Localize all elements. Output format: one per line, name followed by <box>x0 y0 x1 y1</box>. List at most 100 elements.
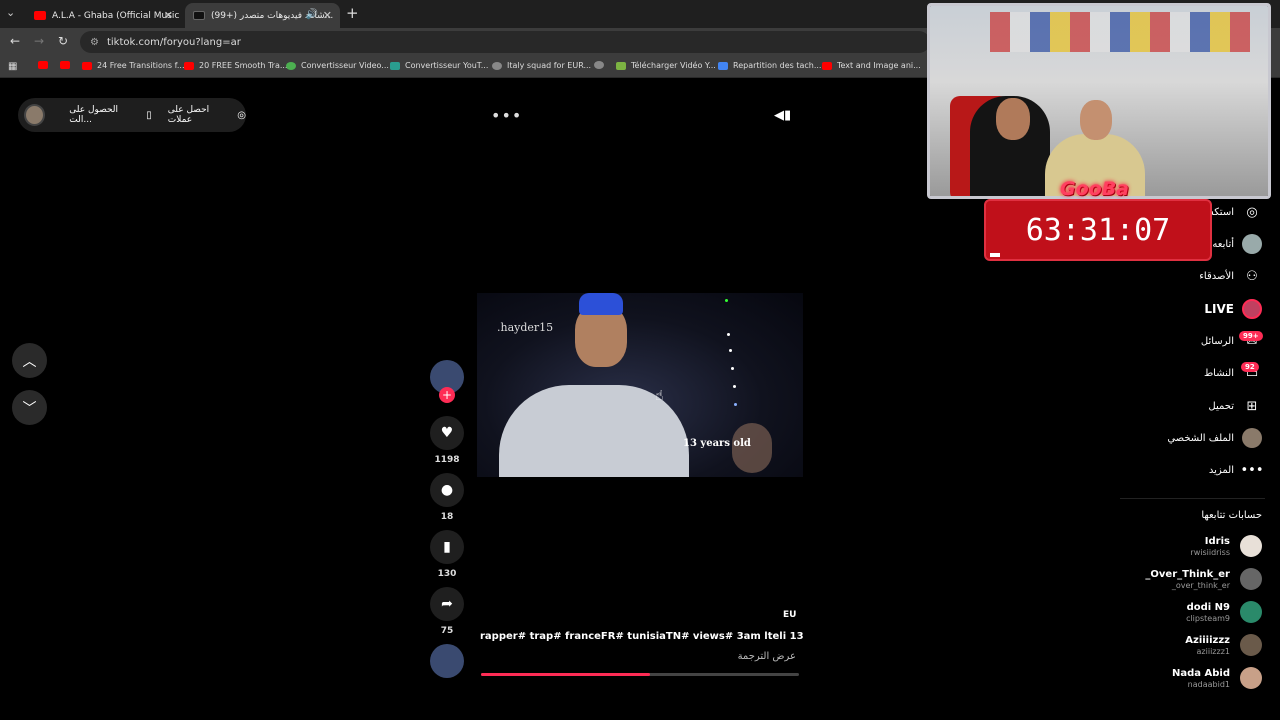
tab-search-dropdown-icon[interactable]: ⌄ <box>6 6 15 19</box>
bookmark-item[interactable]: Convertisseur Video... <box>286 61 389 70</box>
sidebar-item-label: LIVE <box>1204 302 1234 316</box>
address-bar[interactable]: ⚙ tiktok.com/foryou?lang=ar <box>80 31 930 53</box>
reload-icon[interactable]: ↻ <box>58 34 68 48</box>
top-left-menu: الحصول على الت... ▯ احصل على عملات ◎ <box>18 98 246 132</box>
following-account[interactable]: Nada Abid nadaabid1 <box>1172 667 1262 689</box>
follow-plus-icon[interactable]: + <box>439 387 455 403</box>
sidebar-item-label: الملف الشخصي <box>1167 432 1234 444</box>
profile-icon <box>1242 428 1262 448</box>
friends-icon: ⚇ <box>1246 268 1258 284</box>
video-watermark: .hayder15 <box>497 321 554 334</box>
timer-value: 63:31:07 <box>1025 212 1171 248</box>
comment-icon[interactable]: ● <box>430 473 464 507</box>
bookmark-item[interactable] <box>60 61 75 69</box>
following-account[interactable]: Idris rwisiidriss <box>1190 535 1262 557</box>
audio-playing-icon[interactable]: 🔊 <box>306 9 318 20</box>
save-count: 130 <box>437 569 457 579</box>
chevron-up-icon: ︿ <box>22 353 37 370</box>
close-tab-icon[interactable]: ✕ <box>164 9 173 22</box>
comment-action[interactable]: ● 18 <box>429 473 465 522</box>
following-account[interactable]: dodi N9 clipsteam9 <box>1186 601 1262 623</box>
globe-icon <box>492 61 502 70</box>
avatar <box>1240 568 1262 590</box>
sidebar-item-friends[interactable]: الأصدقاء ⚇ <box>1199 266 1262 286</box>
music-disc-avatar[interactable] <box>430 644 464 678</box>
apps-grid-icon[interactable]: ▦ <box>8 61 17 72</box>
account-handle: clipsteam9 <box>1186 613 1230 623</box>
video-description: rapper# trap# franceFR# tunisiaTN# views… <box>480 631 804 642</box>
next-video-button[interactable]: ﹀ <box>12 390 47 425</box>
video-player[interactable]: .hayder15 13 years old <box>477 293 803 477</box>
browser-tab-tiktok[interactable]: (99+) شاهد فيديوهات متصدر... 🔊 ✕ <box>185 3 340 28</box>
messages-badge: 99+ <box>1239 331 1263 341</box>
heart-icon[interactable]: ♥ <box>430 416 464 450</box>
account-name: Idris <box>1204 535 1230 547</box>
see-translation-link[interactable]: عرض الترجمة <box>700 651 796 662</box>
share-icon[interactable]: ➦ <box>430 587 464 621</box>
sidebar-item-more[interactable]: المزيد ••• <box>1209 460 1264 480</box>
youtube-icon <box>38 61 48 69</box>
forward-icon[interactable]: → <box>34 34 44 48</box>
more-options-button[interactable]: ••• <box>491 106 522 125</box>
account-name: Aziiiizzz <box>1185 634 1230 646</box>
bookmark-label: Convertisseur YouT... <box>405 61 489 70</box>
save-action[interactable]: ▮ 130 <box>429 530 465 579</box>
avatar <box>1240 535 1262 557</box>
browser-tab-youtube[interactable]: A.L.A - Ghaba (Official Music V... ✕ <box>26 3 181 28</box>
sidebar-item-label: الرسائل <box>1200 335 1234 347</box>
get-app-button[interactable]: الحصول على الت... ▯ <box>69 105 151 125</box>
bookmark-item[interactable]: 24 Free Transitions f... <box>82 61 185 70</box>
youtube-icon <box>822 61 832 70</box>
bookmark-item[interactable]: Text and Image ani... <box>822 61 921 70</box>
more-icon: ••• <box>1240 462 1264 478</box>
stream-timer: 63:31:07 <box>984 199 1212 261</box>
bookmark-item[interactable]: 20 FREE Smooth Tra... <box>184 61 287 70</box>
avatar <box>1240 634 1262 656</box>
video-progress-fill <box>481 673 650 676</box>
docs-icon <box>718 61 728 70</box>
new-tab-button[interactable]: + <box>346 4 359 22</box>
sidebar-item-profile[interactable]: الملف الشخصي <box>1167 428 1262 448</box>
compass-icon: ◎ <box>1246 204 1258 220</box>
upload-icon: ⊞ <box>1246 398 1258 414</box>
sidebar-item-label: أتابعه <box>1212 238 1234 250</box>
account-handle: rwisiidriss <box>1190 547 1230 557</box>
avatar[interactable] <box>24 104 46 126</box>
volume-icon[interactable]: ◀▮ <box>774 108 791 123</box>
account-name: Nada Abid <box>1172 667 1230 679</box>
youtube-icon <box>184 61 194 70</box>
sidebar-item-upload[interactable]: تحميل ⊞ <box>1208 396 1262 416</box>
previous-video-button[interactable]: ︿ <box>12 343 47 378</box>
light-dot <box>725 299 728 302</box>
close-tab-icon[interactable]: ✕ <box>323 9 332 22</box>
bookmark-item[interactable] <box>594 61 609 69</box>
bookmark-label: 20 FREE Smooth Tra... <box>199 61 288 70</box>
light-dot <box>731 367 734 370</box>
get-coins-button[interactable]: احصل على عملات ◎ <box>168 105 246 125</box>
light-dot <box>729 349 732 352</box>
bookmark-label: Télécharger Vidéo Y... <box>631 61 716 70</box>
bookmark-item[interactable]: Convertisseur YouT... <box>390 61 488 70</box>
share-count: 75 <box>440 626 454 636</box>
following-account[interactable]: _Over_Think_er _over_think_er <box>1145 568 1262 590</box>
back-icon[interactable]: ← <box>10 34 20 48</box>
bookmark-item[interactable] <box>38 61 53 69</box>
bookmark-label: Text and Image ani... <box>837 61 921 70</box>
youtube-icon <box>34 11 46 20</box>
share-action[interactable]: ➦ 75 <box>429 587 465 636</box>
bookmark-item[interactable]: Télécharger Vidéo Y... <box>616 61 716 70</box>
sidebar-item-live[interactable]: LIVE <box>1204 299 1262 319</box>
bookmark-label: Convertisseur Video... <box>301 61 389 70</box>
bookmark-item[interactable]: Repartition des tach... <box>718 61 821 70</box>
like-action[interactable]: ♥ 1198 <box>429 416 465 465</box>
site-info-icon[interactable]: ⚙ <box>90 37 99 48</box>
following-account[interactable]: Aziiiizzz aziiizzz1 <box>1185 634 1262 656</box>
account-handle: _over_think_er <box>1171 580 1230 590</box>
video-caption-overlay: 13 years old <box>683 438 751 449</box>
bookmark-item[interactable]: Italy squad for EUR... <box>492 61 591 70</box>
get-app-label: الحصول على الت... <box>69 105 119 125</box>
bookmark-icon[interactable]: ▮ <box>430 530 464 564</box>
bookmark-label: Italy squad for EUR... <box>507 61 592 70</box>
sidebar-item-following[interactable]: أتابعه <box>1212 234 1262 254</box>
video-progress-bar[interactable] <box>481 673 799 676</box>
